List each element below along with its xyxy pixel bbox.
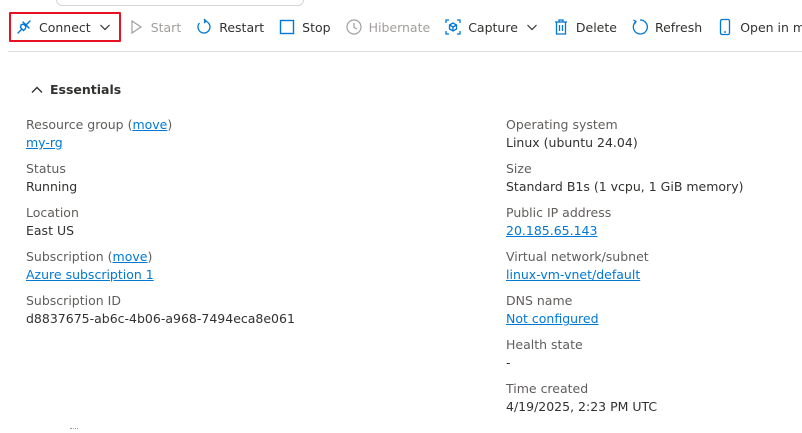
trash-icon <box>552 18 570 36</box>
subscription-link[interactable]: Azure subscription 1 <box>26 267 154 282</box>
essentials-right-column: Operating system Linux (ubuntu 24.04) Si… <box>506 116 743 424</box>
subscription-id-field: Subscription ID d8837675-ab6c-4b06-a968-… <box>26 292 295 336</box>
restart-label: Restart <box>219 19 265 35</box>
toolbar-divider <box>8 51 802 52</box>
resource-group-move-link[interactable]: move <box>132 117 167 132</box>
time-created-value: 4/19/2025, 2:23 PM UTC <box>506 399 658 414</box>
dns-label: DNS name <box>506 293 573 308</box>
connect-label: Connect <box>39 19 91 35</box>
time-created-field: Time created 4/19/2025, 2:23 PM UTC <box>506 380 743 424</box>
size-value: Standard B1s (1 vcpu, 1 GiB memory) <box>506 179 744 194</box>
stop-icon <box>278 18 296 36</box>
capture-label: Capture <box>468 19 518 35</box>
start-button[interactable]: Start <box>121 12 190 42</box>
capture-icon <box>444 18 462 36</box>
plug-icon <box>15 18 33 36</box>
stop-label: Stop <box>302 19 331 35</box>
restart-icon <box>195 18 213 36</box>
play-icon <box>127 18 145 36</box>
vnet-label: Virtual network/subnet <box>506 249 649 264</box>
hibernate-label: Hibernate <box>368 19 431 35</box>
location-value: East US <box>26 223 75 238</box>
hibernate-icon <box>345 18 363 36</box>
subscription-id-label: Subscription ID <box>26 293 121 308</box>
subscription-field: Subscription (move) Azure subscription 1 <box>26 248 295 292</box>
open-in-mobile-label: Open in mobil <box>740 19 802 35</box>
subscription-move-link[interactable]: move <box>113 249 148 264</box>
refresh-label: Refresh <box>654 19 703 35</box>
chevron-down-icon <box>99 21 111 33</box>
dns-field: DNS name Not configured <box>506 292 743 336</box>
capture-button[interactable]: Capture <box>438 12 546 42</box>
public-ip-field: Public IP address 20.185.65.143 <box>506 204 743 248</box>
delete-button[interactable]: Delete <box>546 12 625 42</box>
dns-link[interactable]: Not configured <box>506 311 599 326</box>
vnet-field: Virtual network/subnet linux-vm-vnet/def… <box>506 248 743 292</box>
resource-group-label-text: Resource group ( <box>26 117 133 132</box>
resource-group-field: Resource group (move) my-rg <box>26 116 295 160</box>
open-in-mobile-button[interactable]: Open in mobil <box>710 12 802 42</box>
os-value: Linux (ubuntu 24.04) <box>506 135 638 150</box>
top-panel-edge <box>56 0 304 6</box>
resource-group-label-close: ) <box>167 117 173 132</box>
health-label: Health state <box>506 337 583 352</box>
subscription-label-text: Subscription ( <box>26 249 113 264</box>
time-created-label: Time created <box>506 381 589 396</box>
stop-button[interactable]: Stop <box>272 12 338 42</box>
os-label: Operating system <box>506 117 618 132</box>
refresh-icon <box>631 18 649 36</box>
start-label: Start <box>150 19 182 35</box>
os-field: Operating system Linux (ubuntu 24.04) <box>506 116 743 160</box>
location-label: Location <box>26 205 79 220</box>
restart-button[interactable]: Restart <box>189 12 272 42</box>
subscription-label-close: ) <box>147 249 153 264</box>
status-value: Running <box>26 179 78 194</box>
health-value: - <box>506 355 511 370</box>
chevron-down-icon <box>526 21 538 33</box>
hibernate-button[interactable]: Hibernate <box>339 12 439 42</box>
size-field: Size Standard B1s (1 vcpu, 1 GiB memory) <box>506 160 743 204</box>
location-field: Location East US <box>26 204 295 248</box>
public-ip-link[interactable]: 20.185.65.143 <box>506 223 597 238</box>
subscription-label: Subscription (move) <box>26 248 295 266</box>
refresh-button[interactable]: Refresh <box>625 12 710 42</box>
size-label: Size <box>506 161 532 176</box>
essentials-toggle[interactable]: Essentials <box>30 82 121 97</box>
resource-group-link[interactable]: my-rg <box>26 135 63 150</box>
cutoff-content <box>70 428 78 433</box>
resource-group-label: Resource group (move) <box>26 116 295 134</box>
public-ip-label: Public IP address <box>506 205 612 220</box>
essentials-title: Essentials <box>50 82 122 97</box>
status-field: Status Running <box>26 160 295 204</box>
status-label: Status <box>26 161 66 176</box>
delete-label: Delete <box>575 19 617 35</box>
mobile-icon <box>716 18 734 36</box>
essentials-left-column: Resource group (move) my-rg Status Runni… <box>26 116 295 336</box>
vnet-link[interactable]: linux-vm-vnet/default <box>506 267 640 282</box>
chevron-up-icon <box>30 83 44 97</box>
health-field: Health state - <box>506 336 743 380</box>
subscription-id-value: d8837675-ab6c-4b06-a968-7494eca8e061 <box>26 311 295 326</box>
command-bar: Connect Start Restart Stop Hibernate Cap… <box>0 9 802 45</box>
connect-button[interactable]: Connect <box>9 12 121 42</box>
